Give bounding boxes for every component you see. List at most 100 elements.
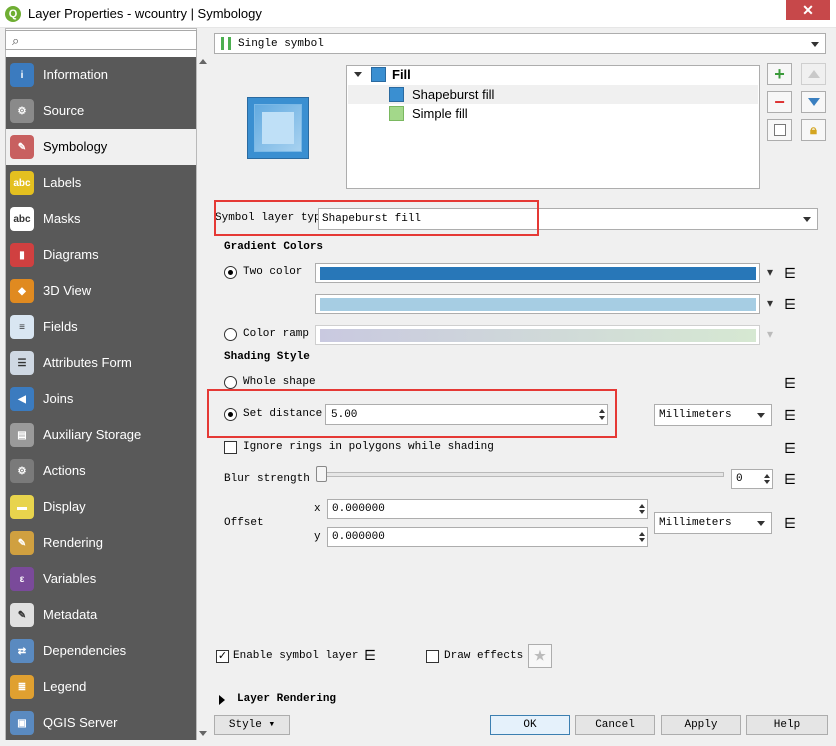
data-defined-override-icon[interactable]: ⋿ — [784, 471, 796, 488]
tree-item-simple-fill[interactable]: Simple fill — [348, 104, 758, 123]
style-button[interactable]: Style ▾ — [214, 715, 290, 735]
data-defined-override-icon[interactable]: ⋿ — [784, 296, 796, 313]
nav-item-label: Masks — [43, 211, 81, 226]
data-defined-override-icon[interactable]: ⋿ — [784, 265, 796, 282]
offset-unit-value: Millimeters — [659, 517, 732, 529]
spin-up-icon[interactable] — [639, 504, 645, 508]
blur-spinbox[interactable]: 0 — [731, 469, 773, 489]
nav-item-label: Rendering — [43, 535, 103, 550]
blur-strength-label: Blur strength — [224, 473, 310, 485]
nav-item-label: QGIS Server — [43, 715, 118, 730]
offset-y-spinbox[interactable]: 0.000000 — [327, 527, 648, 547]
spin-down-icon[interactable] — [639, 510, 645, 514]
tree-expand-icon[interactable] — [354, 72, 362, 77]
expand-arrow-icon[interactable] — [219, 695, 225, 705]
data-defined-override-icon[interactable]: ⋿ — [784, 375, 796, 392]
two-color-radio[interactable] — [224, 266, 237, 279]
single-symbol-icon — [221, 37, 231, 50]
nav-item[interactable]: ✎ Rendering — [6, 525, 196, 561]
nav-item[interactable]: abc Labels — [6, 165, 196, 201]
tree-root-label[interactable]: Fill — [392, 67, 411, 82]
nav-item[interactable]: ✎ Metadata — [6, 597, 196, 633]
nav-item[interactable]: ▣ QGIS Server — [6, 705, 196, 741]
offset-unit-combo[interactable]: Millimeters — [654, 512, 772, 534]
renderer-label: Single symbol — [238, 38, 324, 50]
nav-item[interactable]: ≣ Legend — [6, 669, 196, 705]
move-up-button[interactable] — [801, 63, 826, 85]
nav-item-label: Variables — [43, 571, 97, 586]
highlight-box-layer-type — [214, 200, 539, 236]
remove-layer-button[interactable]: − — [767, 91, 792, 113]
nav-item-label: Actions — [43, 463, 86, 478]
apply-button[interactable]: Apply — [661, 715, 741, 735]
add-layer-button[interactable]: + — [767, 63, 792, 85]
distance-unit-combo[interactable]: Millimeters — [654, 404, 772, 426]
dependencies-icon: ⇄ — [10, 639, 34, 663]
nav-item[interactable]: ⚙ Source — [6, 93, 196, 129]
help-button[interactable]: Help — [746, 715, 828, 735]
renderer-combo[interactable]: Single symbol — [214, 33, 826, 54]
nav-item[interactable]: ⚙ Actions — [6, 453, 196, 489]
minus-icon: − — [774, 91, 785, 112]
nav-item[interactable]: abc Masks — [6, 201, 196, 237]
color2-button[interactable] — [315, 294, 760, 314]
nav-item-label: Joins — [43, 391, 74, 406]
ignore-rings-checkbox[interactable] — [224, 441, 237, 454]
scroll-up-icon[interactable] — [199, 59, 207, 64]
chevron-down-icon — [757, 413, 765, 418]
close-button[interactable]: ✕ — [786, 0, 830, 20]
color-ramp-button[interactable] — [315, 325, 760, 345]
ok-button[interactable]: OK — [490, 715, 570, 735]
data-defined-override-icon[interactable]: ⋿ — [784, 407, 796, 424]
spin-up-icon[interactable] — [764, 474, 770, 478]
layer-rendering-label[interactable]: Layer Rendering — [237, 693, 336, 705]
nav-item-label: Metadata — [43, 607, 98, 622]
color-ramp-radio[interactable] — [224, 328, 237, 341]
spin-up-icon[interactable] — [639, 532, 645, 536]
nav-item[interactable]: ✎ Symbology — [6, 129, 196, 165]
lock-color-button[interactable]: 🔒︎ — [801, 119, 826, 141]
nav-item[interactable]: ≡ Fields — [6, 309, 196, 345]
cancel-button[interactable]: Cancel — [575, 715, 655, 735]
star-icon: ★ — [534, 648, 546, 663]
ignore-rings-label: Ignore rings in polygons while shading — [243, 441, 494, 453]
nav-item-label: Dependencies — [43, 643, 127, 658]
effects-button[interactable]: ★ — [528, 644, 552, 668]
move-down-button[interactable] — [801, 91, 826, 113]
duplicate-layer-button[interactable] — [767, 119, 792, 141]
color1-dropdown-icon[interactable]: ▾ — [761, 265, 779, 281]
color1-swatch — [320, 267, 756, 280]
nav-item[interactable]: ⇄ Dependencies — [6, 633, 196, 669]
blur-slider-handle[interactable] — [316, 466, 327, 482]
fill-swatch-icon — [371, 67, 386, 82]
nav-item[interactable]: ◆ 3D View — [6, 273, 196, 309]
data-defined-override-icon[interactable]: ⋿ — [784, 515, 796, 532]
enable-symbol-layer-checkbox[interactable]: ✓ — [216, 650, 229, 663]
style-button-label: Style — [228, 719, 262, 731]
tree-item-shapeburst[interactable]: Shapeburst fill — [348, 85, 758, 104]
color2-dropdown-icon[interactable]: ▾ — [761, 296, 779, 312]
whole-shape-radio[interactable] — [224, 376, 237, 389]
data-defined-override-icon[interactable]: ⋿ — [364, 647, 376, 664]
color-ramp-dropdown-icon[interactable]: ▾ — [761, 327, 779, 343]
spin-down-icon[interactable] — [764, 480, 770, 484]
nav-item[interactable]: ▮ Diagrams — [6, 237, 196, 273]
nav-item-label: Source — [43, 103, 85, 118]
spin-down-icon[interactable] — [639, 538, 645, 542]
cube-icon: ◆ — [10, 279, 34, 303]
data-defined-override-icon[interactable]: ⋿ — [784, 440, 796, 457]
color1-button[interactable] — [315, 263, 760, 283]
nav-search-input[interactable]: ⌕ — [5, 30, 197, 50]
fields-icon: ≡ — [10, 315, 34, 339]
nav-item[interactable]: ▬ Display — [6, 489, 196, 525]
blur-slider-track[interactable] — [320, 472, 724, 477]
nav-item[interactable]: i Information — [6, 57, 196, 93]
color2-swatch — [320, 298, 756, 311]
nav-item[interactable]: ☰ Attributes Form — [6, 345, 196, 381]
nav-item[interactable]: ◀ Joins — [6, 381, 196, 417]
scroll-down-icon[interactable] — [199, 731, 207, 736]
nav-item[interactable]: ▤ Auxiliary Storage — [6, 417, 196, 453]
nav-item[interactable]: ε Variables — [6, 561, 196, 597]
draw-effects-checkbox[interactable] — [426, 650, 439, 663]
offset-x-spinbox[interactable]: 0.000000 — [327, 499, 648, 519]
